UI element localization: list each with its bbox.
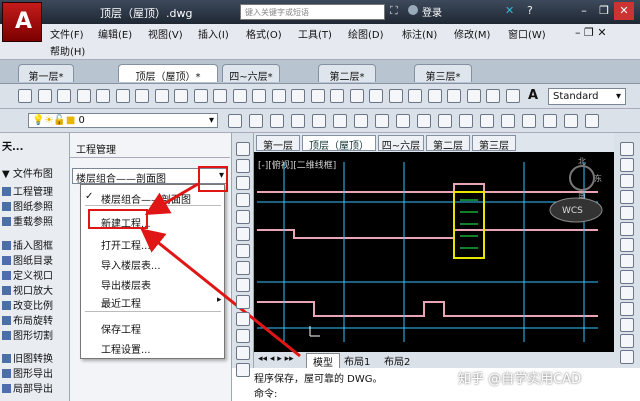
draw-tool-icon[interactable] — [236, 244, 250, 258]
toolbar-tool-icon[interactable] — [408, 89, 422, 103]
toolbar-tool-icon[interactable] — [193, 89, 208, 103]
toolbar-tool-icon[interactable] — [354, 114, 368, 128]
toolbar-tool-icon[interactable] — [369, 89, 383, 103]
toolbar-tool-icon[interactable] — [37, 89, 52, 103]
modify-tool-icon[interactable] — [620, 334, 634, 348]
toolbar-tool-icon[interactable] — [459, 114, 473, 128]
toolbar-tool-icon[interactable] — [543, 114, 557, 128]
toolbar-tool-icon[interactable] — [18, 89, 32, 103]
toolbar-tool-icon[interactable] — [375, 114, 389, 128]
toolbar-tool-icon[interactable] — [135, 89, 149, 103]
modify-tool-icon[interactable] — [620, 270, 634, 284]
toolbar-tool-icon[interactable] — [154, 89, 169, 103]
modify-tool-icon[interactable] — [620, 158, 634, 172]
toolbar-tool-icon[interactable] — [270, 114, 284, 128]
modify-tool-icon[interactable] — [620, 142, 634, 156]
toolbar-tool-icon[interactable] — [249, 114, 263, 128]
modify-tool-icon[interactable] — [620, 222, 634, 236]
toolbar-tool-icon[interactable] — [115, 89, 130, 103]
toolbar-tool-icon[interactable] — [447, 89, 461, 103]
modify-tool-icon[interactable] — [620, 302, 634, 316]
toolbar-tool-icon[interactable] — [312, 114, 326, 128]
draw-tool-icon[interactable] — [236, 159, 250, 173]
modify-tool-icon[interactable] — [620, 286, 634, 300]
toolbar-tool-icon[interactable] — [438, 114, 452, 128]
modify-tool-icon[interactable] — [620, 190, 634, 204]
toolbar-tool-icon[interactable] — [57, 89, 71, 103]
toolbar-tool-icon[interactable] — [427, 89, 442, 103]
draw-tool-icon[interactable] — [236, 261, 250, 275]
toolbar-tool-icon[interactable] — [291, 89, 305, 103]
draw-tool-icon[interactable] — [236, 363, 250, 377]
toolbar-tool-icon[interactable] — [213, 89, 227, 103]
toolbar-tool-icon[interactable] — [486, 89, 500, 103]
toolbar-tool-icon[interactable] — [330, 89, 344, 103]
modify-tool-icon[interactable] — [620, 254, 634, 268]
modify-tool-icon[interactable] — [620, 238, 634, 252]
toolbar-tool-icon[interactable] — [174, 89, 188, 103]
toolbar-tool-icon[interactable] — [522, 114, 536, 128]
draw-tool-icon[interactable] — [236, 295, 250, 309]
toolbar-tool-icon[interactable] — [466, 89, 481, 103]
toolbar-tool-icon[interactable] — [271, 89, 286, 103]
draw-tool-icon[interactable] — [236, 346, 250, 360]
draw-tool-icon[interactable] — [236, 278, 250, 292]
draw-tool-icon[interactable] — [236, 176, 250, 190]
toolbar-tool-icon[interactable] — [585, 114, 599, 128]
toolbar-tool-icon[interactable] — [333, 114, 347, 128]
toolbar-tool-icon[interactable] — [310, 89, 325, 103]
toolbar-tool-icon[interactable] — [291, 114, 305, 128]
modify-tool-icon[interactable] — [620, 174, 634, 188]
toolbar-tool-icon[interactable] — [388, 89, 403, 103]
toolbar-tool-icon[interactable] — [349, 89, 364, 103]
toolbar-tool-icon[interactable] — [396, 114, 410, 128]
draw-tool-icon[interactable] — [236, 142, 250, 156]
modify-tool-icon[interactable] — [620, 350, 634, 364]
toolbar-tool-icon[interactable] — [76, 89, 91, 103]
annotation-arrows — [140, 182, 301, 358]
draw-tool-icon[interactable] — [236, 329, 250, 343]
draw-tool-icon[interactable] — [236, 210, 250, 224]
toolbar-tool-icon[interactable] — [505, 89, 520, 103]
toolbar-tool-icon[interactable] — [417, 114, 431, 128]
modify-tool-icon[interactable] — [620, 318, 634, 332]
draw-tool-icon[interactable] — [236, 227, 250, 241]
draw-tool-icon[interactable] — [236, 193, 250, 207]
modify-tool-icon[interactable] — [620, 206, 634, 220]
toolbar-tool-icon[interactable] — [96, 89, 110, 103]
toolbar-tool-icon[interactable] — [228, 114, 242, 128]
toolbar-tool-icon[interactable] — [480, 114, 494, 128]
toolbar-tool-icon[interactable] — [501, 114, 515, 128]
draw-tool-icon[interactable] — [236, 312, 250, 326]
toolbar-tool-icon[interactable] — [252, 89, 266, 103]
autocad-logo-icon: A — [15, 9, 33, 34]
toolbar-tool-icon[interactable] — [564, 114, 578, 128]
app-logo-button[interactable]: A — [2, 2, 42, 42]
toolbar-tool-icon[interactable] — [232, 89, 247, 103]
